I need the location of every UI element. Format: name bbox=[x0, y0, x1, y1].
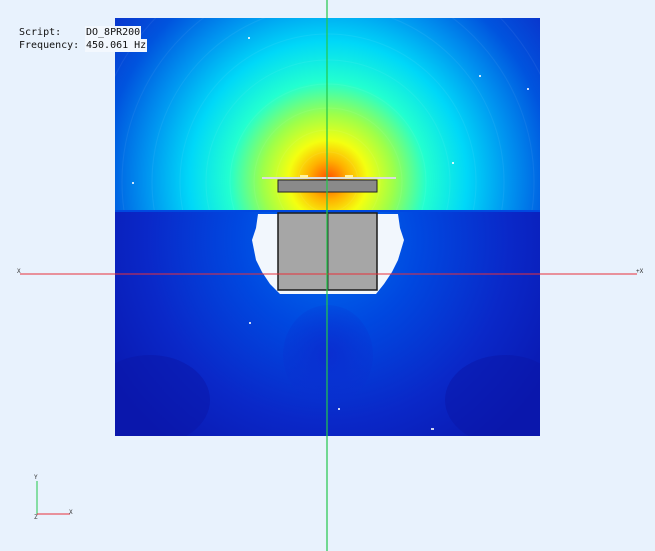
axis-triad bbox=[36, 481, 70, 515]
x-axis-right-label: +X bbox=[636, 268, 644, 275]
script-value: DO_8PR200 bbox=[85, 26, 142, 39]
3d-viewport[interactable]: X +X Y X Z Script: DO_8PR200 Frequency: … bbox=[0, 0, 655, 551]
triad-x-label: X bbox=[69, 509, 73, 516]
frequency-value: 450.061 Hz bbox=[85, 39, 148, 52]
triad-y-label: Y bbox=[34, 474, 38, 481]
script-row: Script: DO_8PR200 bbox=[19, 26, 147, 39]
frequency-label: Frequency: bbox=[19, 40, 80, 51]
field-plot-canvas bbox=[20, 0, 637, 551]
info-overlay: Script: DO_8PR200 Frequency: 450.061 Hz bbox=[19, 26, 148, 52]
script-label: Script: bbox=[19, 27, 62, 38]
x-axis-left-label: X bbox=[17, 268, 21, 275]
speaker-top-plate[interactable] bbox=[262, 175, 396, 193]
frequency-row: Frequency: 450.061 Hz bbox=[19, 39, 148, 52]
triad-z-label: Z bbox=[34, 514, 38, 521]
